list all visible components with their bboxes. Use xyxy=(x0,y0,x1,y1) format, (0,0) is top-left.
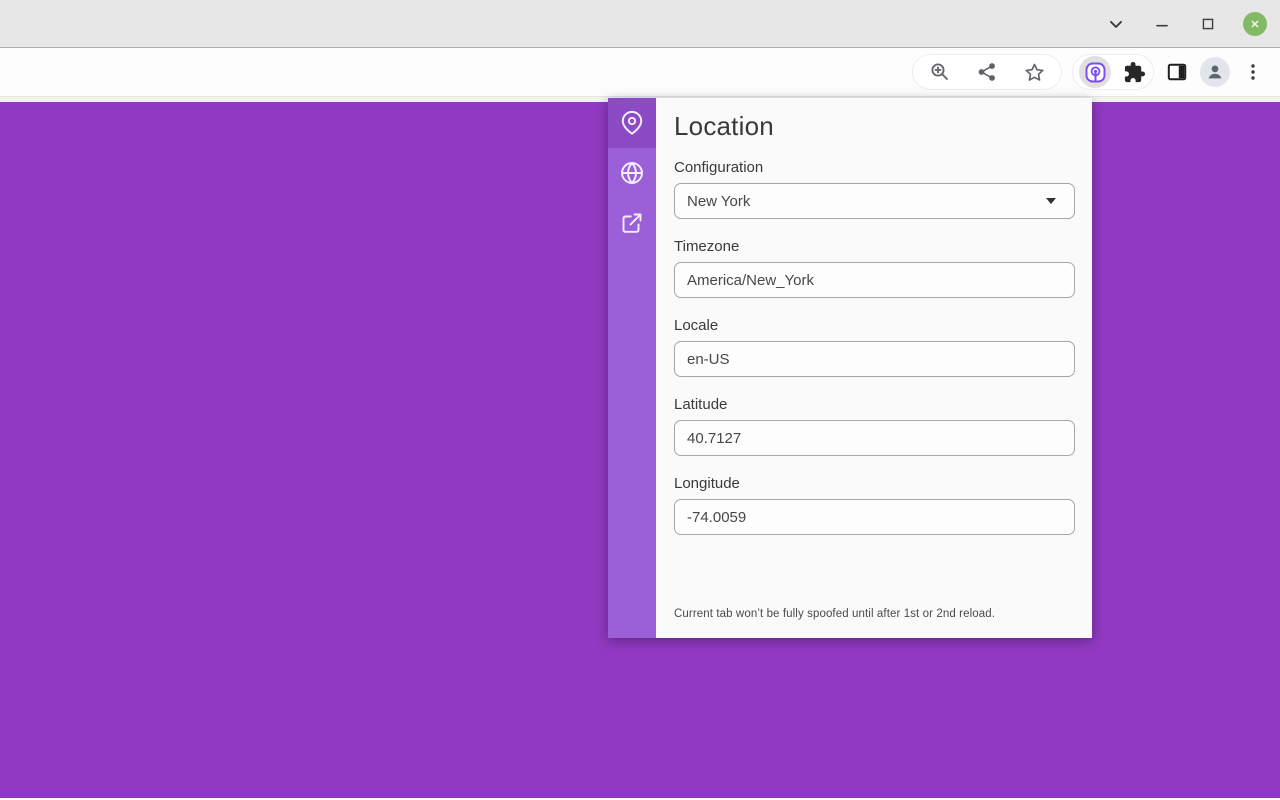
vytal-extension-icon xyxy=(1084,61,1107,84)
window-chevron-down-icon[interactable] xyxy=(1105,13,1127,35)
close-button[interactable] xyxy=(1243,12,1267,36)
omnibox-actions xyxy=(912,54,1062,90)
external-link-icon xyxy=(620,211,644,235)
popup-body: Location Configuration New York Timezone… xyxy=(656,98,1092,638)
maximize-button[interactable] xyxy=(1197,13,1219,35)
extensions-puzzle-icon[interactable] xyxy=(1121,59,1147,85)
browser-window: Location Configuration New York Timezone… xyxy=(0,0,1280,800)
longitude-input[interactable] xyxy=(674,499,1075,535)
minimize-button[interactable] xyxy=(1151,13,1173,35)
profile-avatar[interactable] xyxy=(1200,57,1230,87)
person-icon xyxy=(1204,61,1226,83)
vytal-extension-popup: Location Configuration New York Timezone… xyxy=(608,98,1092,638)
location-pin-icon xyxy=(619,110,645,136)
popup-title: Location xyxy=(674,111,1075,142)
popup-sidebar xyxy=(608,98,656,638)
globe-icon xyxy=(619,160,645,186)
share-icon[interactable] xyxy=(974,59,1000,85)
field-label-timezone: Timezone xyxy=(674,238,1075,255)
titlebar xyxy=(0,0,1280,48)
side-panel-icon[interactable] xyxy=(1164,59,1190,85)
field-label-longitude: Longitude xyxy=(674,475,1075,492)
sidebar-item-external-link[interactable] xyxy=(608,198,656,248)
latitude-input[interactable] xyxy=(674,420,1075,456)
field-label-configuration: Configuration xyxy=(674,159,1075,176)
bookmark-star-icon[interactable] xyxy=(1021,59,1047,85)
vytal-extension-button[interactable] xyxy=(1079,56,1111,88)
sidebar-item-globe[interactable] xyxy=(608,148,656,198)
configuration-select[interactable]: New York xyxy=(674,183,1075,219)
extensions-area xyxy=(1072,54,1154,90)
timezone-input[interactable] xyxy=(674,262,1075,298)
dropdown-caret-icon xyxy=(1046,198,1056,204)
locale-input[interactable] xyxy=(674,341,1075,377)
sidebar-item-location[interactable] xyxy=(608,98,656,148)
popup-note: Current tab won’t be fully spoofed until… xyxy=(674,608,1078,620)
menu-dots-icon[interactable] xyxy=(1240,59,1266,85)
configuration-selected-value: New York xyxy=(687,193,750,210)
browser-toolbar xyxy=(0,48,1280,97)
field-label-locale: Locale xyxy=(674,317,1075,334)
zoom-icon[interactable] xyxy=(927,59,953,85)
field-label-latitude: Latitude xyxy=(674,396,1075,413)
